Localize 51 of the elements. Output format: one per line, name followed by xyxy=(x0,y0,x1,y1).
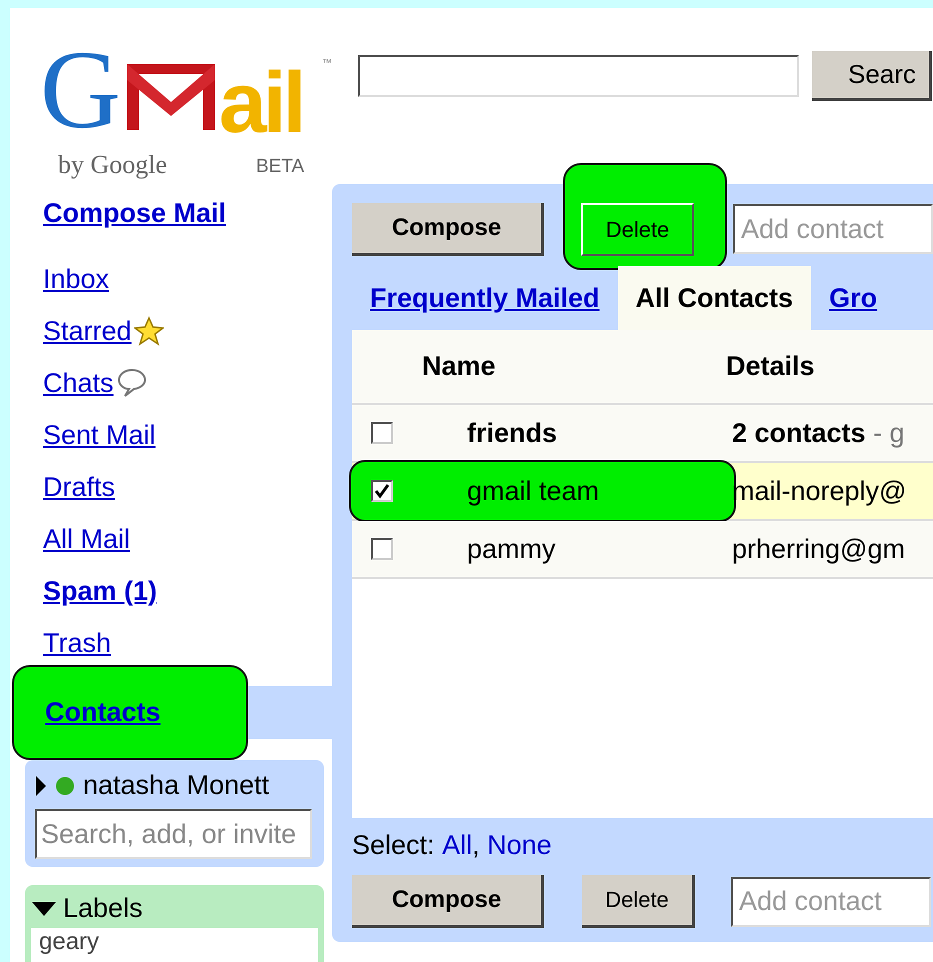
contact-details: prherring@gm xyxy=(732,534,905,564)
label-item[interactable]: geary xyxy=(39,928,100,955)
tab[interactable]: Frequently Mailed xyxy=(352,266,618,330)
separator: , xyxy=(472,830,481,861)
compose-button[interactable]: Compose xyxy=(352,875,544,928)
contacts-link[interactable]: Contacts xyxy=(45,697,161,728)
compose-button[interactable]: Compose xyxy=(352,202,544,256)
delete-button[interactable]: Delete xyxy=(581,203,694,256)
expand-arrow-icon[interactable] xyxy=(35,774,47,796)
nav-link[interactable]: Trash xyxy=(43,628,112,658)
star-icon xyxy=(134,316,164,346)
nav-link[interactable]: Starred xyxy=(43,316,132,346)
speech-bubble-icon xyxy=(116,367,148,399)
nav-link[interactable]: Sent Mail xyxy=(43,420,156,450)
chat-search-field[interactable]: Search, add, or invite xyxy=(35,809,312,859)
column-header: Details xyxy=(726,351,815,382)
add-contact-field[interactable]: Add contact xyxy=(731,876,931,926)
select-none-link[interactable]: None xyxy=(487,830,552,861)
compose-mail-link[interactable]: Compose Mail xyxy=(43,198,332,229)
column-header: Name xyxy=(422,351,497,382)
contact-details: 2 contacts - g xyxy=(732,418,905,448)
nav-link[interactable]: Chats xyxy=(43,368,114,398)
contact-name: friends xyxy=(467,418,558,448)
add-contact-field[interactable]: Add contact xyxy=(733,204,933,254)
envelope-icon xyxy=(124,62,217,132)
logo-letter: G xyxy=(40,34,121,146)
nav-link[interactable]: Spam (1) xyxy=(43,576,158,606)
select-all-link[interactable]: All xyxy=(442,830,472,861)
tab[interactable]: Gro xyxy=(811,266,896,330)
search-field[interactable] xyxy=(358,55,799,97)
tab[interactable]: All Contacts xyxy=(618,266,812,330)
checkbox[interactable] xyxy=(371,422,393,444)
delete-button[interactable]: Delete xyxy=(582,875,695,928)
beta-label: BETA xyxy=(256,156,304,178)
contact-name: pammy xyxy=(467,534,556,564)
nav-link[interactable]: Drafts xyxy=(43,472,116,502)
labels-title: Labels xyxy=(63,893,143,924)
select-label: Select: xyxy=(352,830,436,861)
collapse-arrow-icon[interactable] xyxy=(31,900,57,916)
checkbox[interactable] xyxy=(371,480,393,502)
contact-row[interactable]: pammy prherring@gm xyxy=(352,521,933,579)
contact-row[interactable]: friends 2 contacts - g xyxy=(352,405,933,463)
checkbox[interactable] xyxy=(371,538,393,560)
trademark: ™ xyxy=(322,58,332,69)
nav-link[interactable]: All Mail xyxy=(43,524,130,554)
logo-text: ail xyxy=(218,60,303,146)
contact-name: gmail team xyxy=(467,476,600,506)
chat-user-name: natasha Monett xyxy=(83,770,270,801)
logo-byline: by Google xyxy=(58,150,168,180)
search-button[interactable]: Searc xyxy=(812,51,932,101)
nav-link[interactable]: Inbox xyxy=(43,264,110,294)
